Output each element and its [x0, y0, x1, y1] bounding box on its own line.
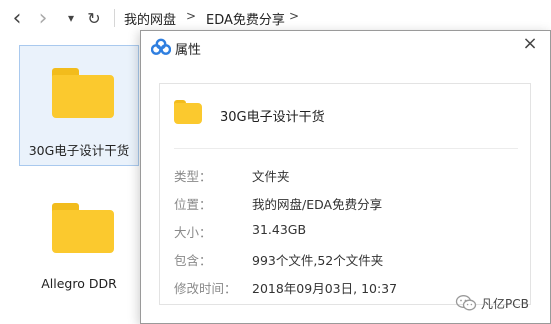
property-label-type: 类型： [174, 169, 212, 184]
divider [174, 148, 518, 149]
close-button[interactable]: × [520, 33, 540, 55]
file-item-folder[interactable]: Allegro DDR [19, 192, 139, 302]
watermark-text: 凡亿PCB [481, 296, 529, 311]
property-label-size: 大小： [174, 225, 212, 240]
dialog-title: 属性 [175, 43, 202, 58]
property-value-type: 文件夹 [252, 169, 290, 184]
refresh-button[interactable]: ↻ [84, 8, 104, 28]
forward-button[interactable]: › [34, 6, 52, 31]
toolbar-divider [114, 9, 115, 27]
wechat-icon [455, 294, 477, 312]
properties-dialog: 属性 × 30G电子设计干货 类型： 文件夹 位置： 我的网盘/EDA免费分享 … [140, 30, 551, 324]
folder-icon [52, 203, 114, 253]
breadcrumb-item[interactable]: EDA免费分享 [206, 9, 285, 28]
breadcrumb-separator[interactable]: > [289, 9, 299, 23]
properties-panel: 30G电子设计干货 类型： 文件夹 位置： 我的网盘/EDA免费分享 大小： 3… [159, 83, 531, 305]
folder-icon [52, 68, 114, 118]
property-label-location: 位置： [174, 197, 212, 212]
property-value-location: 我的网盘/EDA免费分享 [252, 197, 383, 212]
property-value-size: 31.43GB [252, 222, 307, 237]
breadcrumb-separator[interactable]: > [186, 9, 196, 23]
property-value-contains: 993个文件,52个文件夹 [252, 253, 384, 268]
back-button[interactable]: ‹ [8, 6, 26, 31]
property-value-modified: 2018年09月03日, 10:37 [252, 281, 398, 296]
dialog-title-bar[interactable]: 属性 × [141, 31, 550, 63]
breadcrumb-item[interactable]: 我的网盘 [124, 9, 176, 28]
item-name: 30G电子设计干货 [220, 110, 325, 125]
history-dropdown-button[interactable]: ▾ [64, 8, 78, 28]
property-label-contains: 包含： [174, 253, 212, 268]
baidu-cloud-icon [150, 38, 172, 56]
file-name: 30G电子设计干货 [28, 143, 130, 158]
file-name: Allegro DDR [41, 276, 117, 291]
property-label-modified: 修改时间： [174, 281, 237, 296]
folder-icon [174, 98, 204, 128]
watermark: 凡亿PCB [455, 292, 529, 314]
file-item-folder[interactable]: 30G电子设计干货 [19, 45, 139, 166]
